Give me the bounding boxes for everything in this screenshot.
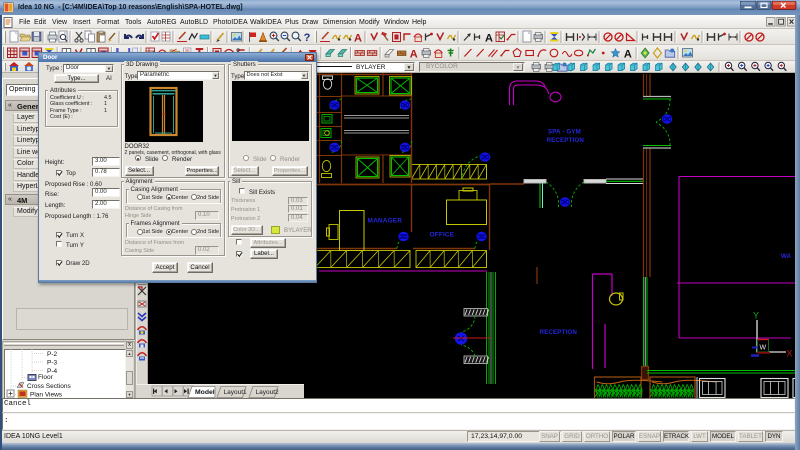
svg-text:A: A	[485, 33, 493, 45]
svg-text:A: A	[624, 49, 632, 61]
svg-text:X: X	[787, 349, 793, 359]
svg-text:Layout1: Layout1	[224, 389, 248, 396]
svg-text:A: A	[410, 49, 418, 61]
svg-text:OFFICE: OFFICE	[430, 232, 455, 239]
svg-text:RECEPTION: RECEPTION	[540, 329, 578, 336]
svg-text:W: W	[760, 345, 767, 352]
svg-text:P-2: P-2	[47, 351, 58, 358]
svg-text:MANAGER: MANAGER	[368, 218, 403, 225]
svg-text:RECEPTION: RECEPTION	[547, 137, 585, 144]
svg-text:P-3: P-3	[47, 360, 58, 367]
svg-text:Y: Y	[753, 311, 759, 321]
svg-text:Cross Sections: Cross Sections	[27, 383, 71, 390]
svg-text:Layout2: Layout2	[256, 389, 280, 396]
svg-text:A: A	[354, 33, 362, 45]
svg-text:Floor: Floor	[38, 374, 54, 381]
svg-text:Model: Model	[195, 389, 215, 396]
svg-text:SPA - GYM: SPA - GYM	[548, 129, 581, 136]
svg-text:WA: WA	[781, 253, 792, 260]
svg-text:?: ?	[304, 32, 311, 44]
